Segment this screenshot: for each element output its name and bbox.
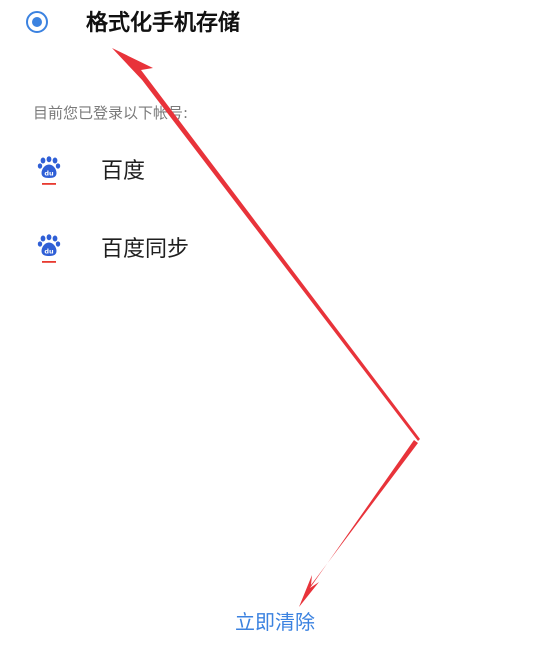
account-name: 百度	[101, 159, 146, 184]
baidu-paw-icon: du	[37, 234, 61, 263]
radio-selected-dot	[32, 17, 42, 27]
svg-text:du: du	[44, 170, 54, 178]
format-storage-option[interactable]: 格式化手机存储	[0, 0, 550, 52]
account-item-baidu-sync: du 百度同步	[0, 226, 550, 276]
format-storage-label: 格式化手机存储	[86, 11, 241, 36]
format-storage-radio[interactable]	[26, 11, 48, 33]
annotation-arrow-down	[299, 440, 418, 607]
annotation-arrows	[112, 48, 420, 607]
account-name: 百度同步	[101, 237, 190, 262]
account-item-baidu: du 百度	[0, 148, 550, 198]
svg-text:du: du	[44, 248, 54, 256]
baidu-paw-icon: du	[37, 156, 61, 185]
accounts-section-label: 目前您已登录以下帐号:	[33, 104, 189, 122]
clear-now-button[interactable]: 立即清除	[200, 602, 350, 642]
